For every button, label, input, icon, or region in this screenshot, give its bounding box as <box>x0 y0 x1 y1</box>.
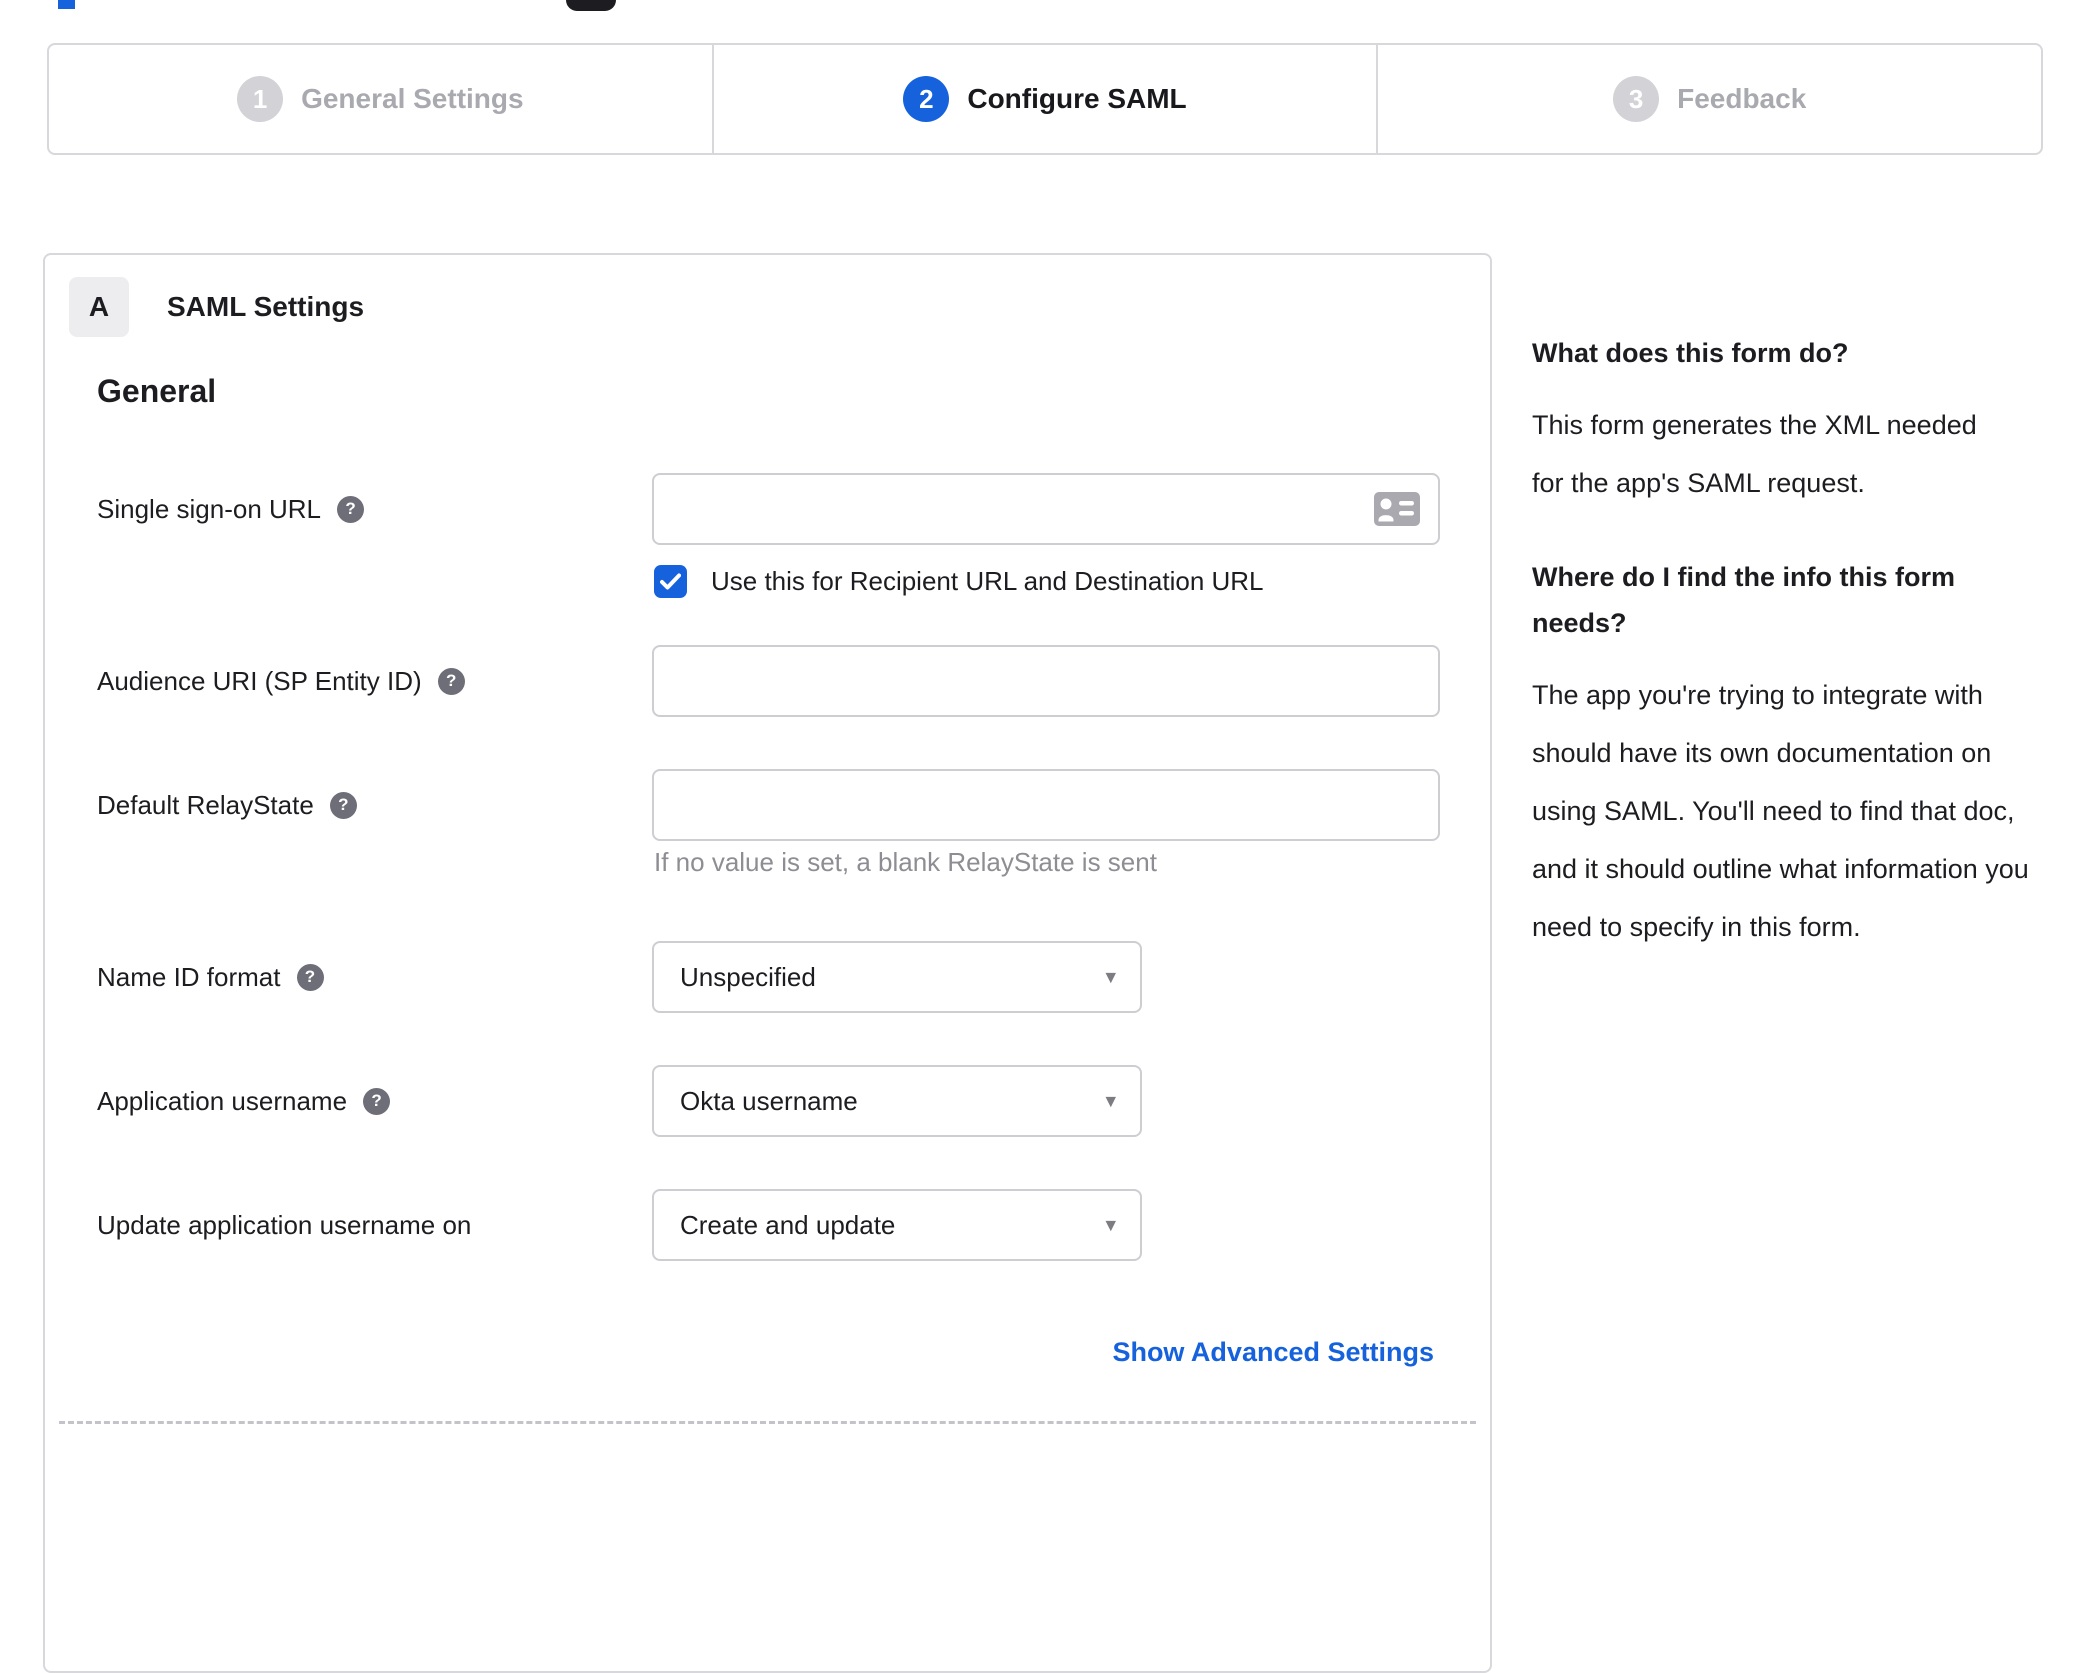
application-username-label: Application username ? <box>97 1065 391 1137</box>
step-configure-saml[interactable]: 2 Configure SAML <box>711 45 1377 153</box>
wizard-stepper: 1 General Settings 2 Configure SAML 3 Fe… <box>47 43 2043 155</box>
help-heading: What does this form do? <box>1532 338 1849 368</box>
audience-uri-field <box>652 645 1440 717</box>
clipped-title-fragment-dark <box>566 0 616 11</box>
field-label-text: Update application username on <box>97 1209 472 1240</box>
application-username-select[interactable]: Okta username ▾ <box>652 1065 1142 1137</box>
step-number-badge: 2 <box>903 76 950 122</box>
single-sign-on-url-input[interactable] <box>654 475 1438 543</box>
checkbox-label: Use this for Recipient URL and Destinati… <box>711 566 1264 596</box>
recipient-url-checkbox-row[interactable]: Use this for Recipient URL and Destinati… <box>654 565 1264 598</box>
help-icon[interactable]: ? <box>296 963 324 991</box>
field-label-text: Name ID format <box>97 961 281 992</box>
step-label: Configure SAML <box>967 83 1187 114</box>
help-sidebar: What does this form do? This form genera… <box>1532 330 2037 998</box>
update-application-username-select[interactable]: Create and update ▾ <box>652 1189 1142 1261</box>
single-sign-on-url-label: Single sign-on URL ? <box>97 473 365 545</box>
field-label-text: Audience URI (SP Entity ID) <box>97 665 422 696</box>
audience-uri-input[interactable] <box>654 647 1438 715</box>
update-application-username-label: Update application username on <box>97 1189 471 1261</box>
field-label-text: Application username <box>97 1085 348 1116</box>
select-value: Create and update <box>680 1209 896 1240</box>
step-general-settings[interactable]: 1 General Settings <box>49 45 712 153</box>
autofill-contact-icon <box>1374 492 1420 526</box>
name-id-format-select[interactable]: Unspecified ▾ <box>652 941 1142 1013</box>
help-icon[interactable]: ? <box>363 1087 391 1115</box>
chevron-down-icon: ▾ <box>1105 1213 1116 1237</box>
clipped-title-fragment-blue <box>58 0 75 9</box>
saml-settings-panel: A SAML Settings General Single sign-on U… <box>43 253 1492 1673</box>
select-value: Okta username <box>680 1085 858 1116</box>
help-block-where: Where do I find the info this form needs… <box>1532 554 2037 956</box>
default-relaystate-input[interactable] <box>654 771 1438 839</box>
help-icon[interactable]: ? <box>437 667 465 695</box>
select-value: Unspecified <box>680 961 816 992</box>
field-label-text: Single sign-on URL <box>97 493 322 524</box>
section-dashed-divider <box>59 1421 1476 1424</box>
help-block-what: What does this form do? This form genera… <box>1532 330 2037 512</box>
default-relaystate-field <box>652 769 1440 841</box>
step-label: General Settings <box>301 83 524 114</box>
help-body: The app you're trying to integrate with … <box>1532 680 2029 942</box>
help-icon[interactable]: ? <box>337 495 365 523</box>
step-number-badge: 3 <box>1613 76 1660 122</box>
name-id-format-label: Name ID format ? <box>97 941 324 1013</box>
default-relaystate-label: Default RelayState ? <box>97 769 357 841</box>
general-section-heading: General <box>97 373 217 409</box>
panel-title: SAML Settings <box>167 291 365 322</box>
step-number-badge: 1 <box>237 76 284 122</box>
step-label: Feedback <box>1677 83 1807 114</box>
audience-uri-label: Audience URI (SP Entity ID) ? <box>97 645 465 717</box>
chevron-down-icon: ▾ <box>1105 1089 1116 1113</box>
step-feedback[interactable]: 3 Feedback <box>1376 45 2041 153</box>
help-icon[interactable]: ? <box>329 791 357 819</box>
chevron-down-icon: ▾ <box>1105 965 1116 989</box>
help-body: This form generates the XML needed for t… <box>1532 410 1977 498</box>
section-a-badge: A <box>69 277 129 337</box>
field-label-text: Default RelayState <box>97 789 314 820</box>
relaystate-hint: If no value is set, a blank RelayState i… <box>654 847 1157 877</box>
help-heading: Where do I find the info this form needs… <box>1532 562 1955 638</box>
show-advanced-settings-link[interactable]: Show Advanced Settings <box>1112 1337 1434 1368</box>
configure-saml-page: { "colors": { "accent_blue": "#1662dd", … <box>0 0 2092 1673</box>
checkmark-icon <box>660 573 681 590</box>
checkbox-checked[interactable] <box>654 565 687 598</box>
single-sign-on-url-field <box>652 473 1440 545</box>
